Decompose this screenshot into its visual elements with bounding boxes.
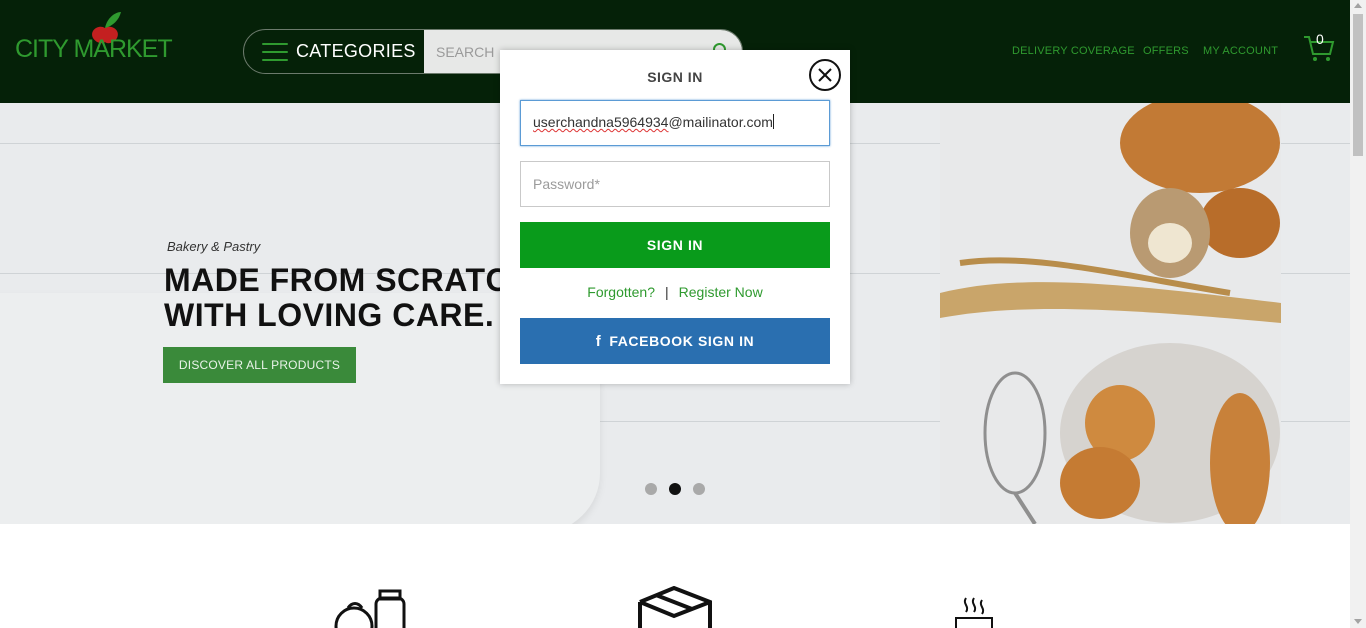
account-links: Forgotten? | Register Now <box>500 284 850 300</box>
register-link[interactable]: Register Now <box>679 284 763 300</box>
hamburger-icon <box>262 42 288 61</box>
signin-button[interactable]: SIGN IN <box>520 222 830 268</box>
scroll-down-arrow-icon[interactable] <box>1354 619 1362 624</box>
facebook-signin-label: FACEBOOK SIGN IN <box>609 333 755 349</box>
forgot-password-link[interactable]: Forgotten? <box>587 284 655 300</box>
nav-my-account[interactable]: MY ACCOUNT <box>1203 45 1278 57</box>
link-separator: | <box>665 284 669 300</box>
facebook-signin-button[interactable]: f FACEBOOK SIGN IN <box>520 318 830 364</box>
password-field[interactable] <box>520 161 830 207</box>
logo-text: CITY MARKET <box>15 35 173 63</box>
box-icon <box>638 586 712 628</box>
bakery-image <box>940 103 1281 524</box>
categories-button[interactable]: CATEGORIES <box>244 30 424 73</box>
hero-headline: MADE FROM SCRATCH WITH LOVING CARE. <box>164 263 533 333</box>
scroll-up-arrow-icon[interactable] <box>1354 3 1362 8</box>
carousel-dot-1[interactable] <box>645 483 657 495</box>
carousel-dot-3[interactable] <box>693 483 705 495</box>
signin-modal: SIGN IN userchandna5964934@mailinator.co… <box>500 50 850 384</box>
hero-headline-line2: WITH LOVING CARE. <box>164 297 495 333</box>
facebook-icon: f <box>595 332 602 350</box>
text-caret <box>772 114 774 129</box>
close-modal-button[interactable] <box>809 59 841 91</box>
features-section <box>0 524 1350 628</box>
hot-drink-icon <box>955 597 993 628</box>
hero-headline-line1: MADE FROM SCRATCH <box>164 262 533 298</box>
discover-products-button[interactable]: DISCOVER ALL PRODUCTS <box>163 347 356 383</box>
cart-count-badge: 0 <box>1316 31 1324 47</box>
email-value-domain: @mailinator.com <box>668 114 773 130</box>
scroll-thumb[interactable] <box>1353 14 1363 156</box>
nav-delivery-coverage[interactable]: DELIVERY COVERAGE <box>1012 45 1135 57</box>
email-value: userchandna5964934@mailinator.com <box>533 114 774 130</box>
nav-offers[interactable]: OFFERS <box>1143 45 1189 57</box>
close-icon <box>818 68 832 82</box>
email-value-misspelled-part: userchandna5964934 <box>533 114 669 130</box>
modal-title: SIGN IN <box>647 69 703 85</box>
city-market-logo[interactable]: CITY MARKET <box>15 10 173 70</box>
hero-subtitle: Bakery & Pastry <box>167 239 261 254</box>
carousel-dot-2[interactable] <box>669 483 681 495</box>
page-scrollbar[interactable] <box>1350 0 1366 628</box>
grocery-icon <box>334 589 406 628</box>
carousel-dots <box>645 483 705 495</box>
categories-label: CATEGORIES <box>296 41 416 61</box>
